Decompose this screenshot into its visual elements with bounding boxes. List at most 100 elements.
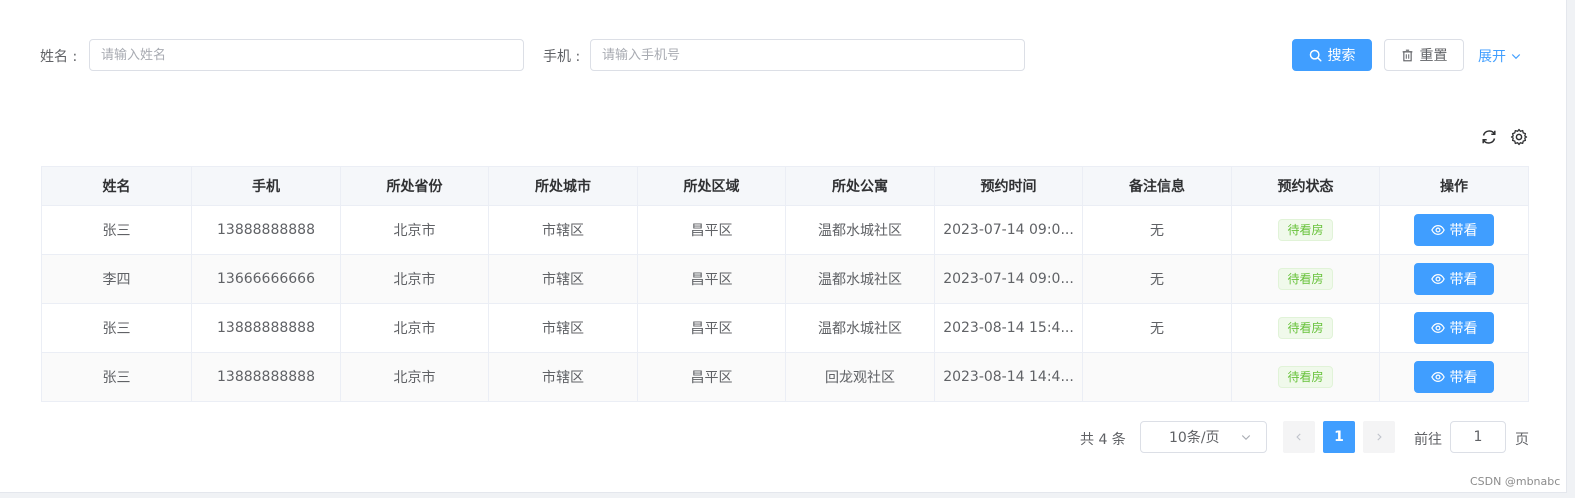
cell-province: 北京市 [340, 303, 489, 353]
search-button-label: 搜索 [1327, 48, 1356, 64]
table-header-row: 姓名 手机 所处省份 所处城市 所处区域 所处公寓 预约时间 备注信息 预约状态… [41, 166, 1529, 206]
view-button-label: 带看 [1449, 272, 1478, 288]
chevron-left-icon [1296, 433, 1301, 441]
col-header-name: 姓名 [41, 166, 192, 206]
prev-page-button[interactable] [1283, 421, 1315, 453]
phone-label: 手机 : [543, 49, 581, 65]
cell-time: 2023-07-14 09:0... [934, 205, 1083, 255]
name-input[interactable] [89, 39, 524, 71]
content-card: 姓名 : 手机 : 搜索 重置 展开 姓名 手机 [0, 0, 1567, 493]
cell-name: 张三 [41, 352, 192, 402]
cell-remark [1082, 352, 1232, 402]
col-header-remark: 备注信息 [1082, 166, 1232, 206]
cell-apartment: 温都水城社区 [785, 205, 935, 255]
cell-apartment: 回龙观社区 [785, 352, 935, 402]
settings-gear-icon[interactable] [1510, 128, 1528, 146]
eye-icon [1430, 323, 1445, 333]
reset-button[interactable]: 重置 [1384, 39, 1464, 71]
table-row: 李四 13666666666 北京市 市辖区 昌平区 温都水城社区 2023-0… [41, 254, 1529, 304]
cell-name: 李四 [41, 254, 192, 304]
watermark: CSDN @mbnabc [1470, 475, 1561, 488]
view-button[interactable]: 带看 [1414, 263, 1494, 295]
page-suffix-label: 页 [1515, 432, 1529, 448]
page-number-1[interactable]: 1 [1323, 421, 1355, 453]
expand-link[interactable]: 展开 [1478, 46, 1522, 66]
cell-province: 北京市 [340, 205, 489, 255]
table-row: 张三 13888888888 北京市 市辖区 昌平区 回龙观社区 2023-08… [41, 352, 1529, 402]
cell-status: 待看房 [1231, 303, 1380, 353]
cell-status: 待看房 [1231, 205, 1380, 255]
search-icon [1309, 49, 1322, 62]
col-header-action: 操作 [1379, 166, 1529, 206]
view-button-label: 带看 [1449, 223, 1478, 239]
cell-time: 2023-07-14 09:0... [934, 254, 1083, 304]
appointment-table: 姓名 手机 所处省份 所处城市 所处区域 所处公寓 预约时间 备注信息 预约状态… [41, 166, 1529, 402]
chevron-down-icon [1511, 54, 1521, 60]
phone-input[interactable] [590, 39, 1025, 71]
col-header-apartment: 所处公寓 [785, 166, 935, 206]
next-page-button[interactable] [1363, 421, 1395, 453]
cell-action: 带看 [1379, 205, 1529, 255]
expand-link-label: 展开 [1478, 49, 1506, 65]
cell-action: 带看 [1379, 303, 1529, 353]
eye-icon [1430, 225, 1445, 235]
col-header-province: 所处省份 [340, 166, 489, 206]
name-label: 姓名 : [40, 49, 78, 65]
chevron-right-icon [1377, 433, 1382, 441]
cell-province: 北京市 [340, 352, 489, 402]
reset-button-label: 重置 [1419, 48, 1448, 64]
eye-icon [1430, 274, 1445, 284]
cell-phone: 13666666666 [191, 254, 341, 304]
cell-district: 昌平区 [637, 205, 786, 255]
cell-city: 市辖区 [488, 205, 638, 255]
search-button[interactable]: 搜索 [1292, 39, 1372, 71]
cell-district: 昌平区 [637, 254, 786, 304]
cell-remark: 无 [1082, 205, 1232, 255]
col-header-district: 所处区域 [637, 166, 786, 206]
status-badge: 待看房 [1278, 219, 1333, 241]
view-button[interactable]: 带看 [1414, 361, 1494, 393]
cell-city: 市辖区 [488, 303, 638, 353]
cell-district: 昌平区 [637, 352, 786, 402]
view-button-label: 带看 [1449, 370, 1478, 386]
goto-label: 前往 [1414, 432, 1442, 448]
cell-name: 张三 [41, 303, 192, 353]
cell-time: 2023-08-14 15:4... [934, 303, 1083, 353]
cell-remark: 无 [1082, 254, 1232, 304]
table-row: 张三 13888888888 北京市 市辖区 昌平区 温都水城社区 2023-0… [41, 205, 1529, 255]
cell-phone: 13888888888 [191, 303, 341, 353]
cell-phone: 13888888888 [191, 352, 341, 402]
cell-province: 北京市 [340, 254, 489, 304]
cell-status: 待看房 [1231, 254, 1380, 304]
view-button-label: 带看 [1449, 321, 1478, 337]
status-badge: 待看房 [1278, 317, 1333, 339]
cell-time: 2023-08-14 14:4... [934, 352, 1083, 402]
cell-apartment: 温都水城社区 [785, 254, 935, 304]
status-badge: 待看房 [1278, 268, 1333, 290]
goto-page-input[interactable] [1450, 421, 1506, 453]
trash-icon [1402, 49, 1412, 61]
page-size-value: 10条/页 [1169, 430, 1220, 446]
refresh-icon[interactable] [1480, 128, 1498, 146]
page-size-select[interactable]: 10条/页 [1140, 421, 1267, 453]
col-header-time: 预约时间 [934, 166, 1083, 206]
cell-city: 市辖区 [488, 352, 638, 402]
col-header-phone: 手机 [191, 166, 341, 206]
view-button[interactable]: 带看 [1414, 214, 1494, 246]
status-badge: 待看房 [1278, 366, 1333, 388]
cell-action: 带看 [1379, 254, 1529, 304]
table-row: 张三 13888888888 北京市 市辖区 昌平区 温都水城社区 2023-0… [41, 303, 1529, 353]
eye-icon [1430, 372, 1445, 382]
cell-status: 待看房 [1231, 352, 1380, 402]
cell-action: 带看 [1379, 352, 1529, 402]
chevron-down-icon [1241, 435, 1251, 441]
view-button[interactable]: 带看 [1414, 312, 1494, 344]
col-header-city: 所处城市 [488, 166, 638, 206]
cell-apartment: 温都水城社区 [785, 303, 935, 353]
cell-phone: 13888888888 [191, 205, 341, 255]
col-header-status: 预约状态 [1231, 166, 1380, 206]
cell-remark: 无 [1082, 303, 1232, 353]
pagination-total: 共 4 条 [1080, 432, 1126, 448]
cell-district: 昌平区 [637, 303, 786, 353]
cell-name: 张三 [41, 205, 192, 255]
